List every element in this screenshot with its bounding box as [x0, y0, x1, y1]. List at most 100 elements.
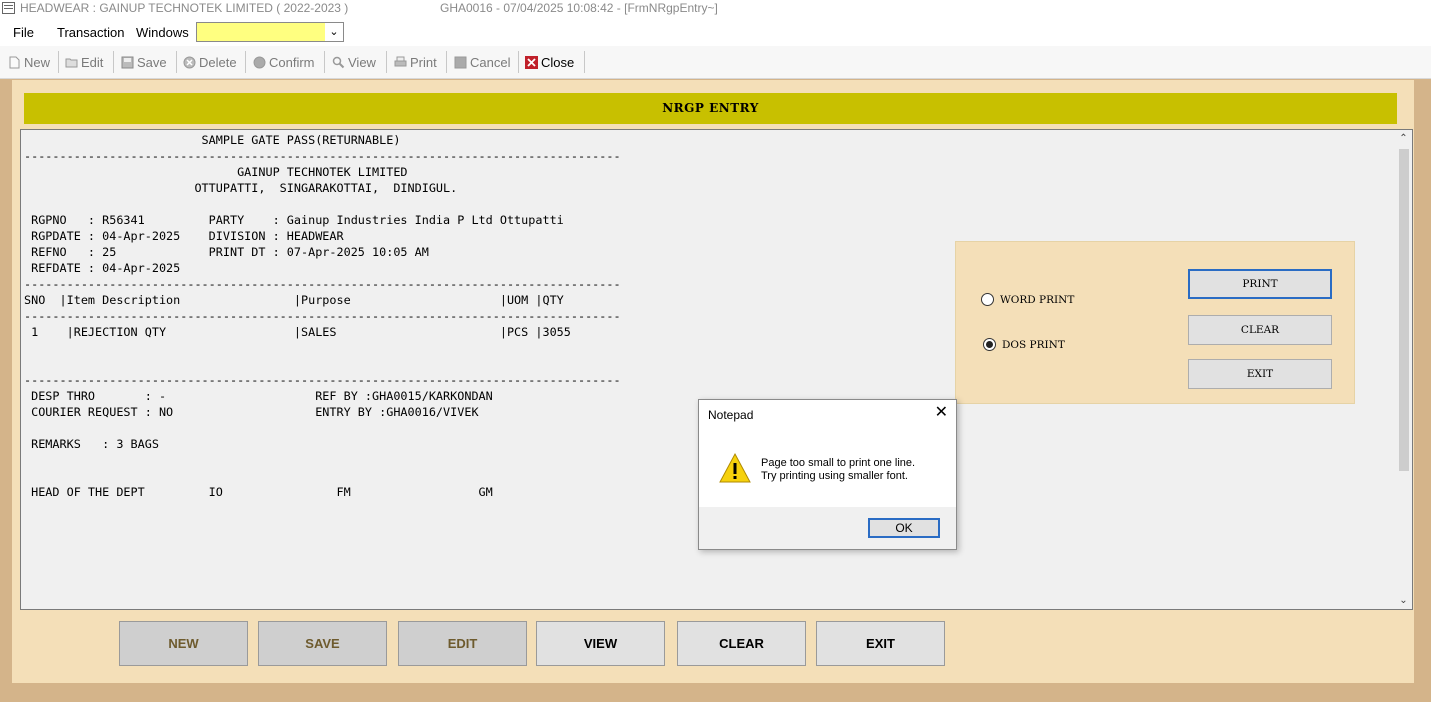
report-line: [24, 340, 621, 356]
warning-icon: [719, 452, 751, 483]
report-line: REFDATE : 04-Apr-2025: [24, 261, 181, 275]
app-icon: [2, 2, 15, 14]
report-line: HEAD OF THE DEPT IO FM GM: [24, 485, 493, 499]
menu-transaction[interactable]: Transaction: [57, 25, 124, 40]
chevron-down-icon[interactable]: ⌄: [325, 23, 343, 41]
save-button[interactable]: Save: [121, 53, 167, 71]
bottom-save-button[interactable]: SAVE: [258, 621, 387, 666]
toolbar-separator: [245, 51, 246, 73]
report-line: [24, 452, 621, 468]
scroll-up-icon[interactable]: ⌃: [1395, 130, 1412, 147]
bottom-exit-button[interactable]: EXIT: [816, 621, 945, 666]
dos-print-radio[interactable]: [983, 338, 996, 351]
report-line: ----------------------------------------…: [24, 149, 621, 163]
dos-print-label: DOS PRINT: [1002, 338, 1065, 351]
confirm-icon: [253, 56, 266, 68]
report-line: RGPNO : R56341 PARTY : Gainup Industries…: [24, 213, 564, 227]
bottom-new-button[interactable]: NEW: [119, 621, 248, 666]
toolbar-separator: [58, 51, 59, 73]
scroll-down-icon[interactable]: ⌄: [1395, 592, 1412, 609]
toolbar-separator: [386, 51, 387, 73]
toolbar-separator: [584, 51, 585, 73]
report-line: [24, 420, 621, 436]
menu-windows[interactable]: Windows: [136, 25, 189, 40]
cancel-button[interactable]: Cancel: [454, 53, 510, 71]
toolbar-separator: [176, 51, 177, 73]
report-line: RGPDATE : 04-Apr-2025 DIVISION : HEADWEA…: [24, 229, 344, 243]
save-label: Save: [137, 54, 167, 70]
delete-circle-icon: [183, 56, 196, 68]
print-dialog-clear-button[interactable]: CLEAR: [1188, 315, 1332, 345]
new-document-icon: [9, 56, 20, 68]
report-line: [24, 356, 621, 372]
view-label: View: [348, 54, 376, 70]
edit-label: Edit: [81, 54, 104, 70]
menu-file[interactable]: File: [13, 25, 34, 40]
cancel-icon: [454, 56, 467, 68]
dialog-footer: OK: [699, 507, 956, 549]
report-line: GAINUP TECHNOTEK LIMITED: [24, 165, 408, 179]
dos-print-option[interactable]: DOS PRINT: [983, 338, 1065, 351]
report-line: REFNO : 25 PRINT DT : 07-Apr-2025 10:05 …: [24, 245, 429, 259]
window-subtitle: GHA0016 - 07/04/2025 10:08:42 - [FrmNRgp…: [440, 1, 718, 15]
floppy-disk-icon: [121, 56, 134, 68]
printer-icon: [394, 56, 407, 66]
toolbar-separator: [324, 51, 325, 73]
delete-button[interactable]: Delete: [183, 53, 237, 71]
toolbar-separator: [446, 51, 447, 73]
word-print-radio[interactable]: [981, 293, 994, 306]
ok-button[interactable]: OK: [868, 518, 940, 538]
cancel-label: Cancel: [470, 54, 511, 70]
view-button[interactable]: View: [332, 53, 376, 71]
bottom-clear-button[interactable]: CLEAR: [677, 621, 806, 666]
report-line: SAMPLE GATE PASS(RETURNABLE): [24, 133, 401, 147]
print-options-panel: WORD PRINT DOS PRINT PRINT CLEAR EXIT: [955, 241, 1355, 404]
close-icon[interactable]: ✕: [935, 405, 948, 421]
report-line: [24, 468, 621, 484]
dialog-message-line1: Page too small to print one line.: [761, 457, 916, 469]
report-line: 1 |REJECTION QTY |SALES |PCS |3055: [24, 325, 571, 339]
report-line: OTTUPATTI, SINGARAKOTTAI, DINDIGUL.: [24, 181, 458, 195]
report-line: SNO |Item Description |Purpose |UOM |QTY: [24, 293, 564, 307]
close-icon: [525, 55, 538, 69]
new-button[interactable]: New: [8, 53, 50, 71]
report-text: SAMPLE GATE PASS(RETURNABLE) ------------…: [24, 132, 621, 500]
edit-button[interactable]: Edit: [65, 53, 103, 71]
report-line: ----------------------------------------…: [24, 373, 621, 387]
report-line: ----------------------------------------…: [24, 309, 621, 323]
bottom-view-button[interactable]: VIEW: [536, 621, 665, 666]
report-line: REMARKS : 3 BAGS: [24, 437, 159, 451]
report-line: COURIER REQUEST : NO ENTRY BY :GHA0016/V…: [24, 405, 479, 419]
vertical-scrollbar[interactable]: ⌃ ⌄: [1395, 130, 1412, 609]
scrollbar-thumb[interactable]: [1399, 149, 1409, 471]
dialog-message: Page too small to print one line. Try pr…: [761, 457, 915, 483]
folder-edit-icon: [65, 58, 78, 67]
menu-bar: File Transaction Windows ⌄: [0, 18, 1431, 46]
dialog-title: Notepad: [708, 408, 754, 422]
close-button[interactable]: Close: [525, 53, 574, 71]
print-dialog-print-button[interactable]: PRINT: [1188, 269, 1332, 299]
report-line: [24, 196, 621, 212]
print-dialog-exit-button[interactable]: EXIT: [1188, 359, 1332, 389]
form-header: NRGP ENTRY: [24, 93, 1397, 124]
title-bar: HEADWEAR : GAINUP TECHNOTEK LIMITED ( 20…: [0, 0, 1431, 18]
report-line: ----------------------------------------…: [24, 277, 621, 291]
dialog-message-line2: Try printing using smaller font.: [761, 470, 908, 482]
magnifier-icon: [332, 56, 345, 68]
window-selector-combo[interactable]: ⌄: [196, 22, 344, 42]
print-button[interactable]: Print: [394, 53, 437, 71]
confirm-label: Confirm: [269, 54, 315, 70]
new-label: New: [24, 54, 51, 70]
bottom-edit-button[interactable]: EDIT: [398, 621, 527, 666]
word-print-option[interactable]: WORD PRINT: [981, 293, 1074, 306]
close-label: Close: [541, 54, 575, 70]
toolbar-separator: [518, 51, 519, 73]
delete-label: Delete: [199, 54, 237, 70]
print-label: Print: [410, 54, 437, 70]
toolbar: New Edit Save Delete Confirm View Print …: [0, 46, 1431, 79]
toolbar-separator: [113, 51, 114, 73]
confirm-button[interactable]: Confirm: [253, 53, 315, 71]
window-title: HEADWEAR : GAINUP TECHNOTEK LIMITED ( 20…: [20, 1, 349, 15]
notepad-message-dialog: Notepad ✕ Page too small to print one li…: [698, 399, 957, 550]
report-line: DESP THRO : - REF BY :GHA0015/KARKONDAN: [24, 389, 493, 403]
